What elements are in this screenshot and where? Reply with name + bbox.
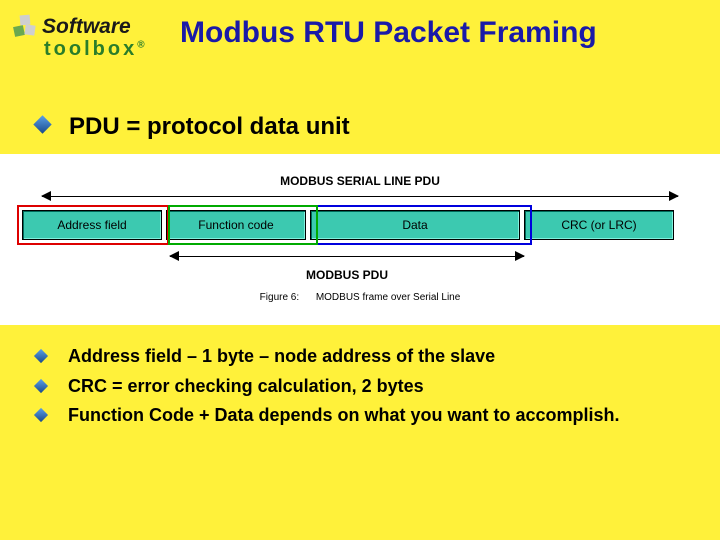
bullet-list-bottom: Address field – 1 byte – node address of… [36,345,720,427]
diamond-bullet-icon [34,408,48,422]
list-item: Function Code + Data depends on what you… [36,404,720,427]
field-data: Data [310,210,520,240]
figure-caption: Figure 6: MODBUS frame over Serial Line [22,292,698,303]
bullet-text: PDU = protocol data unit [69,111,350,142]
packet-fields-row: Address field Function code Data CRC (or… [22,210,698,240]
pdu-extent-arrow [170,250,524,264]
field-address: Address field [22,210,162,240]
software-toolbox-logo: Software toolbox® [12,14,172,61]
diamond-bullet-icon [34,349,48,363]
diamond-bullet-icon [34,379,48,393]
list-item: PDU = protocol data unit [36,111,720,142]
serial-line-extent-arrow [42,190,678,204]
caption-text: MODBUS frame over Serial Line [316,292,461,303]
list-item: Address field – 1 byte – node address of… [36,345,720,368]
slide-header: Software toolbox® Modbus RTU Packet Fram… [0,0,720,61]
pdu-label: MODBUS PDU [170,268,524,282]
bullet-text: Function Code + Data depends on what you… [68,404,620,427]
registered-icon: ® [137,39,144,50]
list-item: CRC = error checking calculation, 2 byte… [36,375,720,398]
caption-prefix: Figure 6: [260,292,299,303]
toolbox-blocks-icon [12,14,38,40]
bullet-text: Address field – 1 byte – node address of… [68,345,495,368]
bullet-text: CRC = error checking calculation, 2 byte… [68,375,424,398]
logo-text-software: Software [42,15,131,38]
logo-text-toolbox: toolbox [44,38,137,60]
slide-title: Modbus RTU Packet Framing [180,16,597,50]
bullet-list-top: PDU = protocol data unit [36,111,720,142]
field-crc: CRC (or LRC) [524,210,674,240]
serial-line-label: MODBUS SERIAL LINE PDU [22,174,698,188]
diamond-bullet-icon [33,115,51,133]
packet-diagram: MODBUS SERIAL LINE PDU Address field Fun… [0,154,720,325]
field-function-code: Function code [166,210,306,240]
